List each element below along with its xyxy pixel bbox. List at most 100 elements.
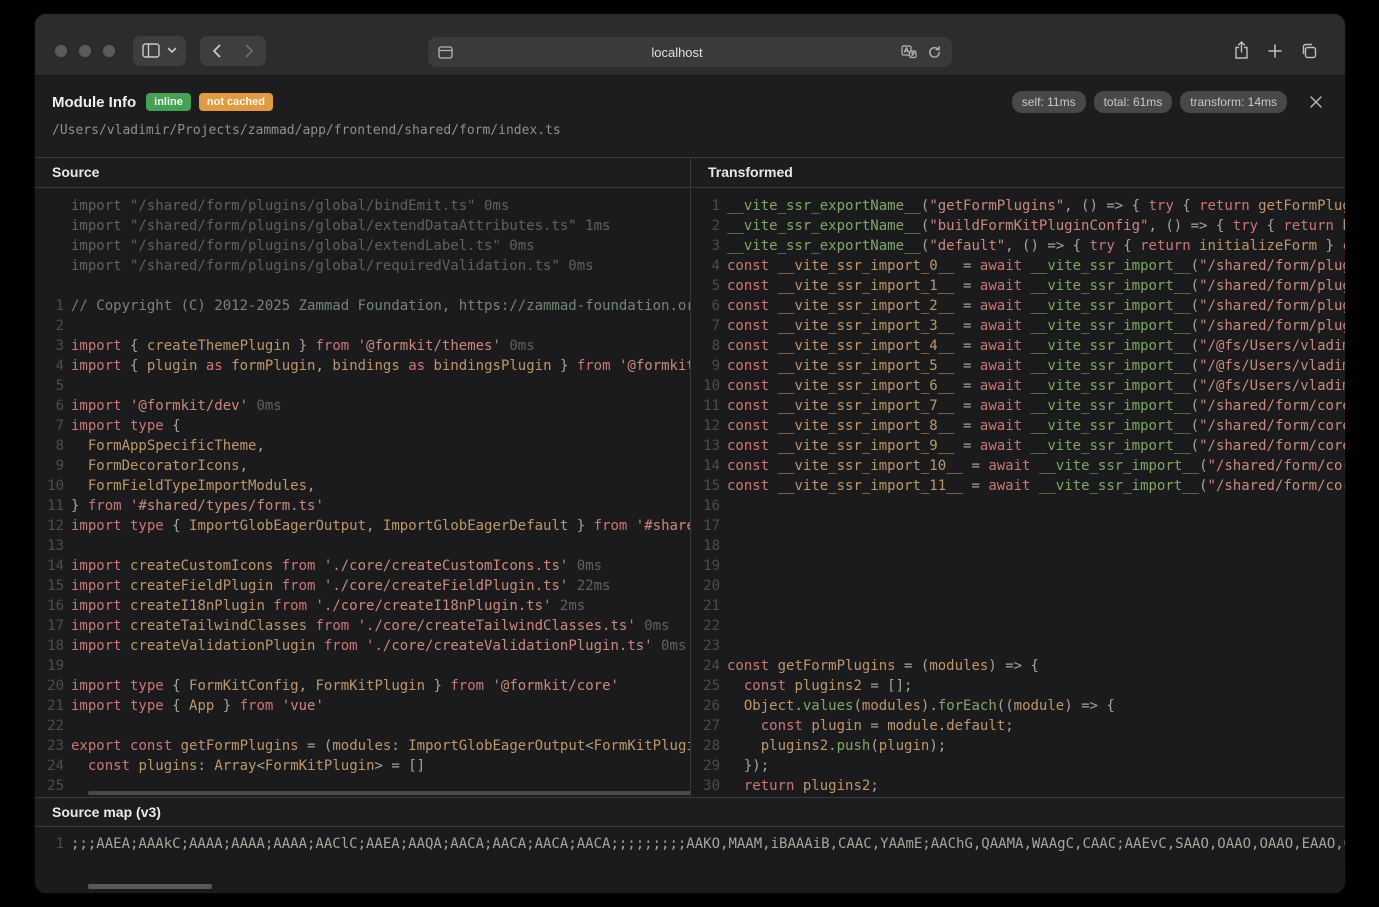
code-line: 13const __vite_ssr_import_9__ = await __… [691,436,1345,456]
code-line: 11} from '#shared/types/form.ts' [35,496,690,516]
page-title: Module Info [52,94,136,111]
line-number: 13 [691,436,720,456]
code-line: 22 [35,716,690,736]
code-line: 9const __vite_ssr_import_5__ = await __v… [691,356,1345,376]
code-line: 19 [35,656,690,676]
code-line: import "/shared/form/plugins/global/requ… [35,256,690,276]
code-line: 8 FormAppSpecificTheme, [35,436,690,456]
line-number: 8 [691,336,720,356]
line-number: 20 [35,676,64,696]
line-number: 4 [691,256,720,276]
line-number: 15 [35,576,64,596]
code-line: 18import createValidationPlugin from './… [35,636,690,656]
line-number: 10 [691,376,720,396]
line-number: 14 [691,456,720,476]
sidebar-icon[interactable] [142,43,160,58]
code-line: 21import type { App } from 'vue' [35,696,690,716]
code-line: 11const __vite_ssr_import_7__ = await __… [691,396,1345,416]
code-line: 13 [35,536,690,556]
transformed-code[interactable]: 1__vite_ssr_exportName__("getFormPlugins… [691,188,1345,797]
line-number: 14 [35,556,64,576]
code-line: 12const __vite_ssr_import_8__ = await __… [691,416,1345,436]
close-icon[interactable] [1309,95,1323,109]
close-window-button[interactable] [55,45,67,57]
source-code[interactable]: import "/shared/form/plugins/global/bind… [35,188,690,797]
code-line: 27 const plugin = module.default; [691,716,1345,736]
code-line: 18 [691,536,1345,556]
line-number: 21 [691,596,720,616]
code-line: 9 FormDecoratorIcons, [35,456,690,476]
sidebar-toggle-group [133,36,186,66]
code-line: import "/shared/form/plugins/global/exte… [35,236,690,256]
code-line: 16import createI18nPlugin from './core/c… [35,596,690,616]
code-line: 5const __vite_ssr_import_1__ = await __v… [691,276,1345,296]
line-number: 27 [691,716,720,736]
titlebar-right-buttons [1233,41,1317,60]
code-line: 12import type { ImportGlobEagerOutput, I… [35,516,690,536]
code-line: 14const __vite_ssr_import_10__ = await _… [691,456,1345,476]
code-line: 1__vite_ssr_exportName__("getFormPlugins… [691,196,1345,216]
site-settings-icon[interactable] [438,46,453,59]
line-number: 21 [35,696,64,716]
zoom-window-button[interactable] [103,45,115,57]
source-panel: Source import "/shared/form/plugins/glob… [35,158,690,797]
line-number: 17 [691,516,720,536]
translate-icon[interactable] [901,45,917,59]
line-number: 19 [691,556,720,576]
code-line: 7const __vite_ssr_import_3__ = await __v… [691,316,1345,336]
line-number: 22 [691,616,720,636]
transformed-panel: Transformed 1__vite_ssr_exportName__("ge… [690,158,1345,797]
code-line: 28 plugins2.push(plugin); [691,736,1345,756]
module-info-header: Module Info inline not cached self: 11ms… [35,76,1345,157]
line-number: 25 [35,776,64,796]
timing-badge-transform: transform: 14ms [1180,91,1287,113]
line-number: 6 [691,296,720,316]
address-bar[interactable]: localhost [428,37,952,67]
forward-button[interactable] [233,36,266,66]
url-text[interactable]: localhost [453,45,901,60]
code-line [35,276,690,296]
transformed-panel-title: Transformed [691,158,1345,188]
code-panels: Source import "/shared/form/plugins/glob… [35,157,1345,797]
back-button[interactable] [200,36,233,66]
line-number [35,256,64,276]
code-line: 5 [35,376,690,396]
code-line: 15import createFieldPlugin from './core/… [35,576,690,596]
sourcemap-hscrollbar[interactable] [88,884,212,889]
browser-titlebar: localhost [35,14,1345,76]
line-number [35,276,64,296]
code-line: 17 [691,516,1345,536]
line-number: 4 [35,356,64,376]
code-line: import "/shared/form/plugins/global/bind… [35,196,690,216]
line-number: 18 [691,536,720,556]
code-line: 29 }); [691,756,1345,776]
line-number: 25 [691,676,720,696]
line-number: 12 [35,516,64,536]
nav-buttons [200,36,266,66]
line-number: 1 [35,834,64,854]
minimize-window-button[interactable] [79,45,91,57]
line-number: 16 [691,496,720,516]
line-number: 6 [35,396,64,416]
tab-overview-icon[interactable] [1300,43,1317,59]
source-hscrollbar[interactable] [88,791,690,795]
sourcemap-code[interactable]: 1;;;AAEA;AAAkC;AAAA;AAAA;AAAA;AAClC;AAEA… [35,827,1345,893]
cache-status-badge: not cached [199,93,273,111]
line-number: 30 [691,776,720,796]
line-number: 29 [691,756,720,776]
code-line: 3import { createThemePlugin } from '@for… [35,336,690,356]
code-line: 23export const getFormPlugins = (modules… [35,736,690,756]
new-tab-icon[interactable] [1267,43,1283,59]
chevron-down-icon[interactable] [167,47,177,54]
inline-badge: inline [146,93,191,111]
line-number: 7 [691,316,720,336]
line-number: 11 [35,496,64,516]
code-line: 1// Copyright (C) 2012-2025 Zammad Found… [35,296,690,316]
code-line: 25 const plugins2 = []; [691,676,1345,696]
line-number: 1 [691,196,720,216]
code-line: 14import createCustomIcons from './core/… [35,556,690,576]
code-line: 8const __vite_ssr_import_4__ = await __v… [691,336,1345,356]
reload-icon[interactable] [927,45,942,60]
share-icon[interactable] [1233,41,1250,60]
line-number: 18 [35,636,64,656]
